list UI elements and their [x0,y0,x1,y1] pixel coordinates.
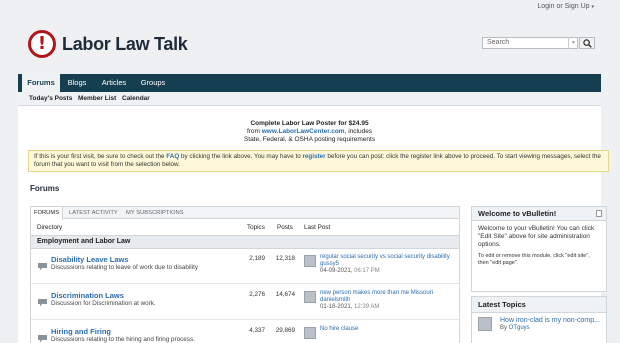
login-signup-link[interactable]: Login or Sign Up ▾ [537,3,594,10]
forum-topics-count: 2,276 [249,291,265,298]
forum-bubble-icon [38,263,47,271]
tab-blogs[interactable]: Blogs [62,74,92,92]
tab-forums[interactable]: Forums [22,74,60,92]
latest-topics-module: Latest Topics How iron-clad is my non-co… [471,296,607,343]
search-input[interactable]: Search [482,37,578,49]
forum-title[interactable]: Disability Leave Laws [51,255,129,264]
welcome-title: Welcome to vBulletin! [472,207,606,221]
topic-author: By OTguys [500,325,530,331]
last-post-date: 04-09-2021, 06:17 PM [320,268,380,274]
top-bar: Login or Sign Up ▾ [0,0,620,14]
site-title: Labor Law Talk [62,33,188,54]
forum-group-header: Employment and Labor Law [31,235,459,249]
forum-row: Hiring and Firing Discussions relating t… [31,322,459,343]
subnav-calendar[interactable]: Calendar [122,95,150,102]
tab-latest-activity[interactable]: Latest Activity [69,207,118,219]
column-directory: Directory [37,224,63,231]
welcome-body: Welcome to your vBulletin! You can click… [472,221,606,271]
search-options-dropdown[interactable]: ▼ [568,37,578,49]
avatar[interactable] [304,291,316,303]
forum-group-title: Employment and Labor Law [37,238,131,245]
promo-line-3: State, Federal, & OSHA posting requireme… [243,136,376,143]
forum-tabs: Forums Latest Activity My Subscriptions [31,207,459,220]
exclamation-icon: ! [28,30,56,58]
last-post-user[interactable]: danielsmith [320,297,350,303]
tab-articles[interactable]: Articles [96,74,132,92]
list-item: How iron-clad is my non-comp... By OTguy… [472,313,606,343]
last-post-title[interactable]: regular social security vs social securi… [320,254,450,260]
promo-banner: Complete Labor Law Poster for $24.95 fro… [18,120,601,144]
forum-bubble-icon [38,299,47,307]
first-visit-notice: If this is your first visit, be sure to … [28,150,609,172]
last-post-user[interactable]: gussy5 [320,261,339,267]
subnav-todays-posts[interactable]: Today's Posts [29,95,72,102]
tab-my-subscriptions[interactable]: My Subscriptions [126,207,184,219]
forum-posts-count: 29,869 [275,327,295,334]
search-button[interactable] [579,37,595,49]
forum-description: Discussions relating to the hiring and f… [51,336,195,343]
forum-title[interactable]: Discrimination Laws [51,291,124,300]
main-content: Complete Labor Law Poster for $24.95 fro… [18,106,609,343]
avatar[interactable] [478,317,492,331]
faq-link[interactable]: FAQ [166,153,179,160]
main-nav: Forums Blogs Articles Groups [18,74,601,92]
promo-link[interactable]: www.LaborLawCenter.com [262,128,345,135]
forum-title[interactable]: Hiring and Firing [51,327,111,336]
search-icon [582,38,592,48]
forum-topics-count: 4,337 [249,327,265,334]
promo-line-1: Complete Labor Law Poster for $24.95 [250,120,369,127]
forums-section-title: Forums [30,184,60,193]
forum-posts-count: 12,318 [275,255,295,262]
forum-topics-count: 2,189 [249,255,265,262]
module-toggle-icon[interactable] [596,210,602,217]
forum-row: Discrimination Laws Discussion for Discr… [31,286,459,320]
forum-row: Disability Leave Laws Discussions relati… [31,250,459,284]
welcome-edit-note: To edit or remove this module, click "ed… [478,253,590,266]
chevron-down-icon: ▾ [591,4,594,10]
avatar[interactable] [304,327,316,339]
promo-line-2: from www.LaborLawCenter.com, includes [246,128,373,135]
column-last-post: Last Post [304,224,331,231]
column-posts: Posts [277,224,293,231]
last-post-date: 01-18-2021, 12:39 AM [320,304,380,310]
topic-title[interactable]: How iron-clad is my non-comp... [500,317,600,324]
forum-bubble-icon [38,335,47,343]
forum-description: Discussion for Discrimination at work. [51,300,156,307]
login-signup-label: Login or Sign Up [537,3,590,10]
sub-nav: Today's Posts Member List Calendar [18,92,601,106]
forum-description: Discussions relating to leave of work du… [51,264,198,271]
latest-topics-title: Latest Topics [472,297,606,313]
forums-panel: Forums Latest Activity My Subscriptions … [30,206,460,343]
avatar[interactable] [304,255,316,267]
subnav-member-list[interactable]: Member List [78,95,116,102]
column-topics: Topics [247,224,265,231]
welcome-module: Welcome to vBulletin! Welcome to your vB… [471,206,607,292]
register-link[interactable]: register [302,153,325,160]
tab-forums-list[interactable]: Forums [31,207,63,220]
forum-posts-count: 14,674 [275,291,295,298]
topic-author-link[interactable]: OTguys [509,325,530,331]
site-logo[interactable]: ! Labor Law Talk [28,29,188,59]
tab-groups[interactable]: Groups [136,74,170,92]
last-post-title[interactable]: No hire clause [320,326,358,332]
last-post-title[interactable]: new person makes more than me Missouri [320,290,433,296]
